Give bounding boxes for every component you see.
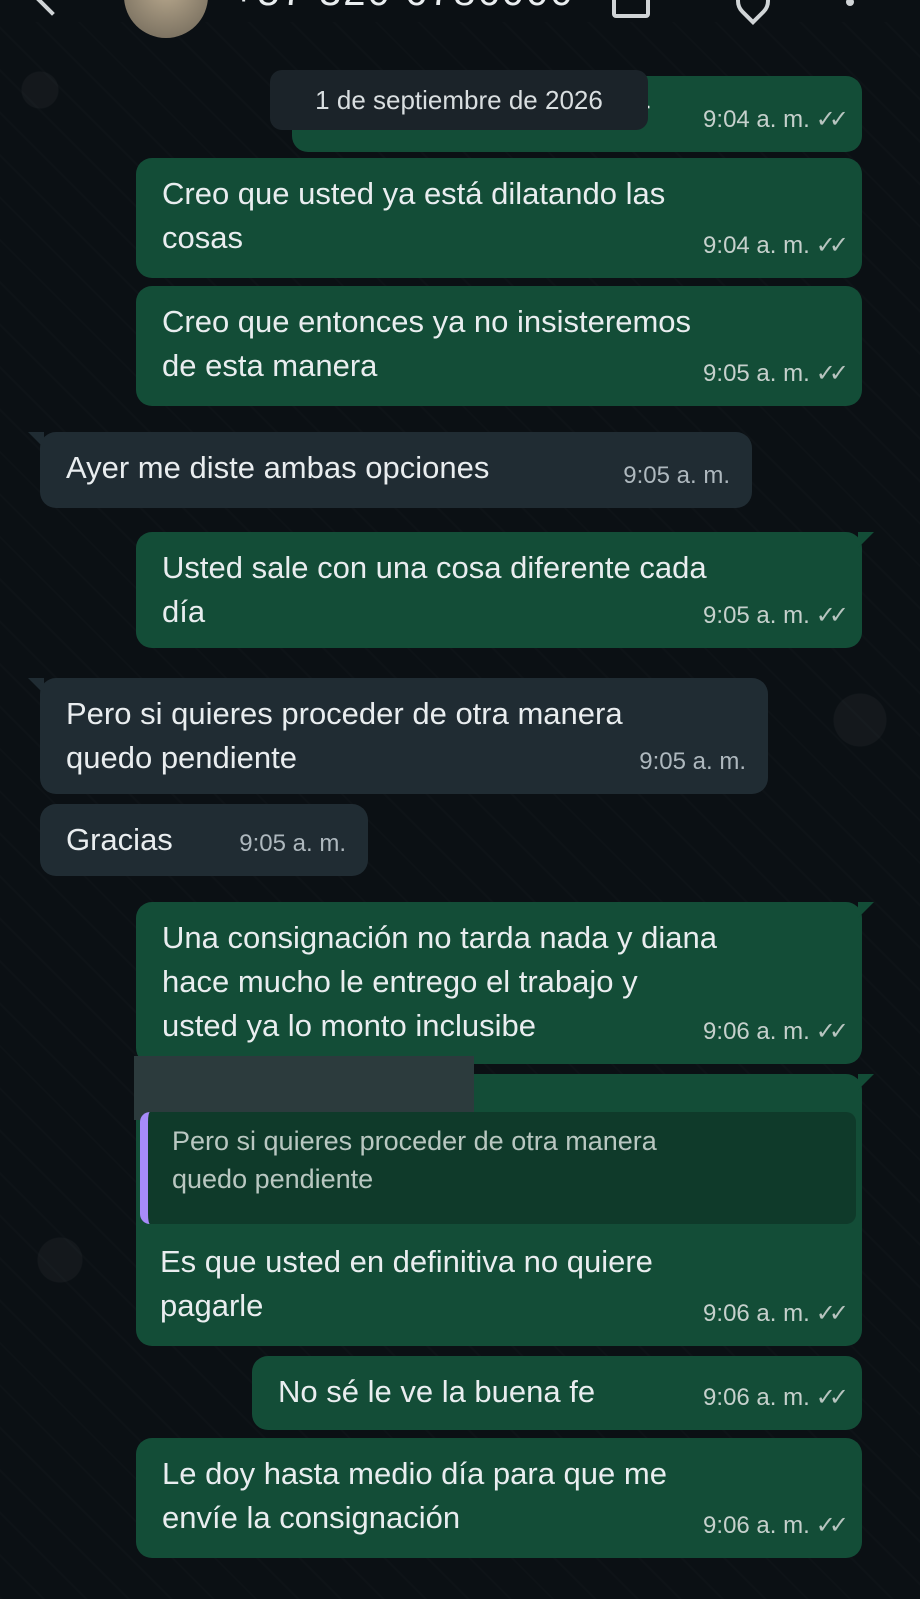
bubble-tail bbox=[28, 678, 44, 694]
message-meta: 9:06 a. m. ✓✓ bbox=[703, 1010, 849, 1054]
message-bubble[interactable]: No sé le ve la buena fe 9:06 a. m. ✓✓ bbox=[252, 1356, 862, 1430]
message-meta: 9:06 a. m. ✓✓ bbox=[703, 1376, 849, 1420]
bubble-tail bbox=[858, 1074, 874, 1090]
chat-header: +57 320 6786000 bbox=[0, 0, 920, 38]
message-meta: 9:06 a. m. ✓✓ bbox=[703, 1292, 849, 1336]
date-separator: 1 de septiembre de 2026 bbox=[270, 70, 648, 130]
back-arrow-icon[interactable] bbox=[32, 0, 72, 16]
message-time: 9:06 a. m. bbox=[703, 1300, 810, 1327]
read-receipt-icon: ✓✓ bbox=[815, 1018, 849, 1045]
message-meta: 9:04 a. m. ✓✓ bbox=[703, 98, 849, 142]
bubble-tail bbox=[858, 902, 874, 918]
overflow-menu-icon[interactable] bbox=[846, 0, 854, 6]
contact-name[interactable]: +57 320 6786000 bbox=[232, 0, 575, 15]
message-bubble[interactable]: Pero si quieres proceder de otra manera … bbox=[28, 678, 768, 794]
message-bubble[interactable]: Usted sale con una cosa diferente cada d… bbox=[136, 532, 874, 648]
video-call-icon[interactable] bbox=[612, 0, 650, 18]
message-list[interactable]: r 9:04 a. m.✓✓ 1 de septiembre de 2026 C… bbox=[0, 0, 920, 1599]
message-bubble[interactable]: Creo que usted ya está dilatando las cos… bbox=[136, 158, 862, 278]
message-meta: 9:05 a. m. ✓✓ bbox=[703, 594, 849, 638]
message-time: 9:05 a. m. bbox=[703, 360, 810, 387]
message-time: 9:04 a. m. bbox=[703, 106, 810, 133]
read-receipt-icon: ✓✓ bbox=[815, 106, 849, 133]
message-time: 9:05 a. m. bbox=[239, 830, 346, 857]
message-time: 9:06 a. m. bbox=[703, 1018, 810, 1045]
bubble-tail bbox=[858, 532, 874, 548]
read-receipt-icon: ✓✓ bbox=[815, 232, 849, 259]
message-bubble[interactable]: Una consignación no tarda nada y diana h… bbox=[136, 902, 874, 1064]
message-meta: 9:04 a. m. ✓✓ bbox=[703, 224, 849, 268]
message-text: Es que usted en definitiva no quiere pag… bbox=[160, 1244, 653, 1323]
message-time: 9:05 a. m. bbox=[623, 462, 730, 489]
read-receipt-icon: ✓✓ bbox=[815, 602, 849, 629]
read-receipt-icon: ✓✓ bbox=[815, 1512, 849, 1539]
read-receipt-icon: ✓✓ bbox=[815, 1384, 849, 1411]
read-receipt-icon: ✓✓ bbox=[815, 360, 849, 387]
message-bubble[interactable]: Gracias 9:05 a. m. bbox=[40, 804, 368, 876]
message-bubble[interactable]: Creo que entonces ya no insisteremos de … bbox=[136, 286, 862, 406]
message-time: 9:06 a. m. bbox=[703, 1384, 810, 1411]
quoted-message[interactable]: Pero si quieres proceder de otra manera … bbox=[140, 1112, 856, 1224]
quoted-message-text: Pero si quieres proceder de otra manera … bbox=[172, 1126, 657, 1194]
read-receipt-icon: ✓✓ bbox=[815, 1300, 849, 1327]
message-bubble[interactable]: Ayer me diste ambas opciones 9:05 a. m. bbox=[28, 432, 752, 508]
bubble-tail bbox=[28, 432, 44, 448]
message-meta: 9:06 a. m. ✓✓ bbox=[703, 1504, 849, 1548]
voice-call-icon[interactable] bbox=[728, 0, 778, 26]
message-time: 9:05 a. m. bbox=[703, 602, 810, 629]
redacted-sender-block bbox=[134, 1056, 474, 1120]
message-bubble[interactable]: Le doy hasta medio día para que me envíe… bbox=[136, 1438, 862, 1558]
message-meta: 9:05 a. m. ✓✓ bbox=[703, 352, 849, 396]
message-time: 9:06 a. m. bbox=[703, 1512, 810, 1539]
message-time: 9:04 a. m. bbox=[703, 232, 810, 259]
message-time: 9:05 a. m. bbox=[639, 748, 746, 775]
